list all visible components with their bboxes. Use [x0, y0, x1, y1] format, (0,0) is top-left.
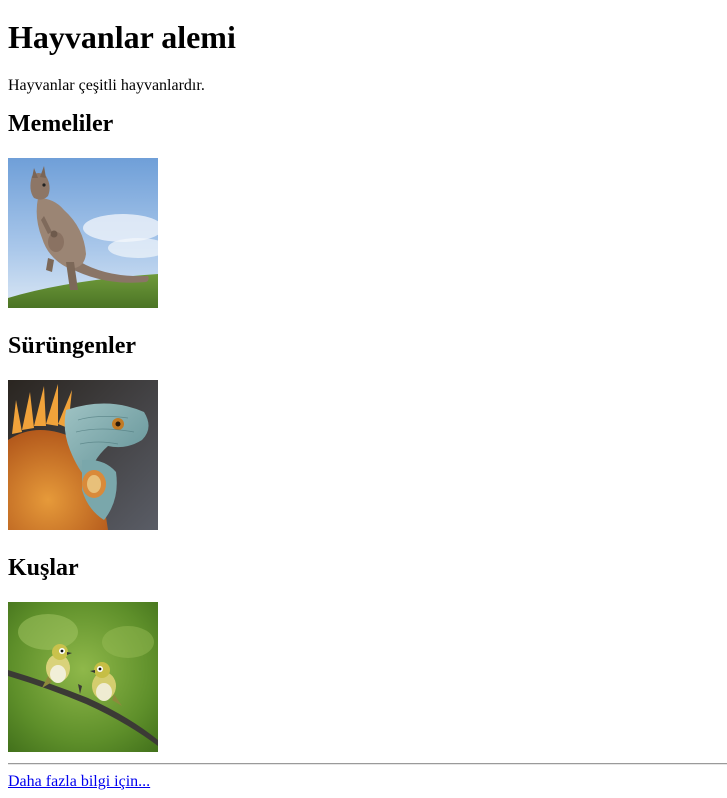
footer-divider	[8, 763, 727, 765]
intro-text: Hayvanlar çeşitli hayvanlardır.	[8, 77, 205, 94]
page-title: Hayvanlar alemi	[8, 19, 236, 55]
section-heading-reptiles: Sürüngenler	[8, 333, 137, 359]
kangaroo-image	[8, 158, 158, 308]
birds-image	[8, 602, 158, 752]
more-info-link[interactable]: Daha fazla bilgi için...	[8, 773, 150, 791]
section-heading-birds: Kuşlar	[8, 555, 79, 581]
page-content: Hayvanlar alemi Hayvanlar çeşitli hayvan…	[0, 0, 727, 791]
section-heading-mammals: Memeliler	[8, 111, 114, 137]
iguana-image	[8, 380, 158, 530]
